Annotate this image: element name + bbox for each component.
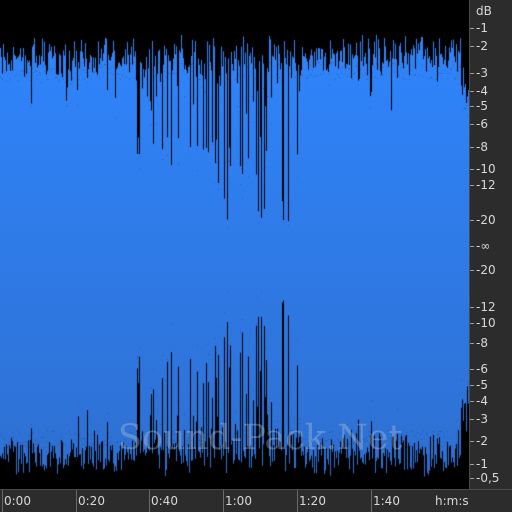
db-tick [470,441,474,442]
time-tick [297,490,298,512]
time-ruler[interactable]: 0:00 0:20 0:40 1:00 1:20 1:40 h:m:s [0,489,512,512]
db-tick-label: -10 [476,316,496,330]
db-tick-label: -4 [476,394,488,408]
time-tick-label: 0:20 [78,494,105,508]
db-tick-label: -10 [476,162,496,176]
time-tick [223,490,224,512]
db-tick-label: -5 [476,378,488,392]
time-tick-label: 1:00 [225,494,252,508]
db-tick-label: -8 [476,336,488,350]
waveform-display[interactable] [0,0,469,489]
time-tick [371,490,372,512]
db-tick [470,106,474,107]
db-tick [470,147,474,148]
waveform-editor-view: dB -1 -2 -3 -4 -5 -6 -8 -10 -12 -20 -∞ -20 -12 -10 -8-… [0,0,512,512]
db-tick-label: -20 [476,263,496,277]
db-tick [470,169,474,170]
db-unit-label: dB [476,4,492,18]
db-tick [470,220,474,221]
db-tick-label: -3 [476,66,488,80]
time-tick [2,490,3,512]
db-tick [470,73,474,74]
db-tick [470,464,474,465]
db-tick-label: -8 [476,140,488,154]
db-tick [470,124,474,125]
db-tick [470,46,474,47]
db-tick-label: -3 [476,412,488,426]
db-tick [470,307,474,308]
db-tick [470,323,474,324]
db-tick-label: -0,5 [476,471,500,485]
db-tick-label: -1 [476,457,488,471]
db-tick-label: -12 [476,300,496,314]
db-tick-label: -1 [476,21,488,35]
db-tick-label: -2 [476,434,488,448]
time-tick-label: 1:20 [299,494,326,508]
db-tick-label: -6 [476,362,488,376]
db-scale-ruler: dB -1 -2 -3 -4 -5 -6 -8 -10 -12 -20 -∞ -20 -12 -10 -8-… [469,0,512,489]
time-tick-label: 0:00 [4,494,31,508]
db-tick-label: -6 [476,117,488,131]
db-tick [470,91,474,92]
time-tick [149,490,150,512]
time-tick-label: 1:40 [373,494,400,508]
db-tick [470,478,474,479]
db-tick-label: -5 [476,99,488,113]
db-tick-label: -4 [476,84,488,98]
time-unit-label: h:m:s [435,494,469,508]
db-tick [470,270,474,271]
db-tick-label: -∞ [476,239,491,253]
db-tick-label: -2 [476,39,488,53]
time-tick-label: 0:40 [151,494,178,508]
db-tick [470,185,474,186]
db-tick [470,369,474,370]
db-tick [470,401,474,402]
db-tick [470,385,474,386]
time-tick [76,490,77,512]
watermark-text: Sound-Pack.Net [118,418,403,458]
db-tick [470,343,474,344]
db-tick-label: -20 [476,213,496,227]
db-tick [470,28,474,29]
db-tick [470,246,474,247]
db-tick [470,419,474,420]
db-tick-label: -12 [476,178,496,192]
